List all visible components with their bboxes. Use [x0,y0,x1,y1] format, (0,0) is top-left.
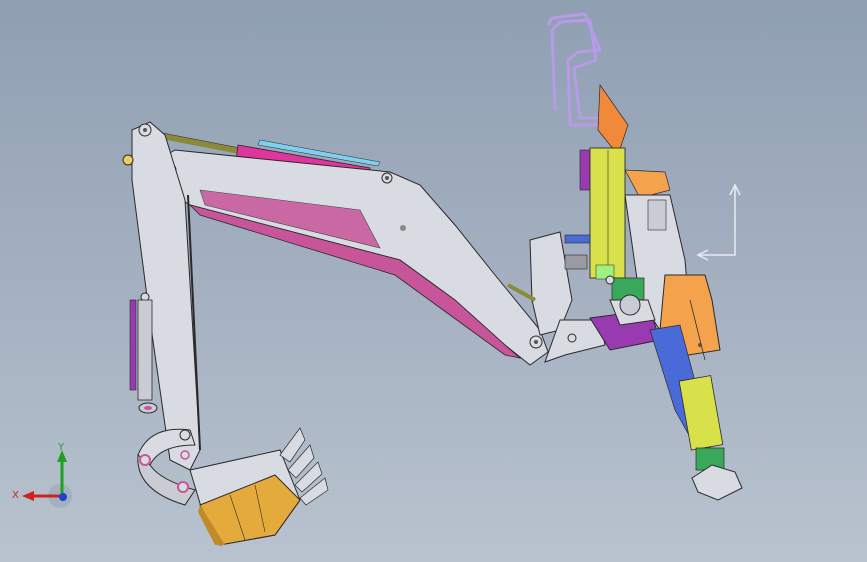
boom-arm[interactable] [149,149,549,366]
reference-arrows [696,183,741,261]
coordinate-triad: Y X [12,442,72,508]
bucket[interactable] [189,427,329,546]
z-axis-dot [59,493,67,501]
y-axis-label: Y [57,442,65,453]
x-axis-label: X [12,490,19,501]
swing-base-assembly[interactable] [579,83,743,501]
excavator-arm-assembly[interactable] [0,0,867,562]
cad-3d-graphics-area[interactable]: Y X [0,0,867,562]
